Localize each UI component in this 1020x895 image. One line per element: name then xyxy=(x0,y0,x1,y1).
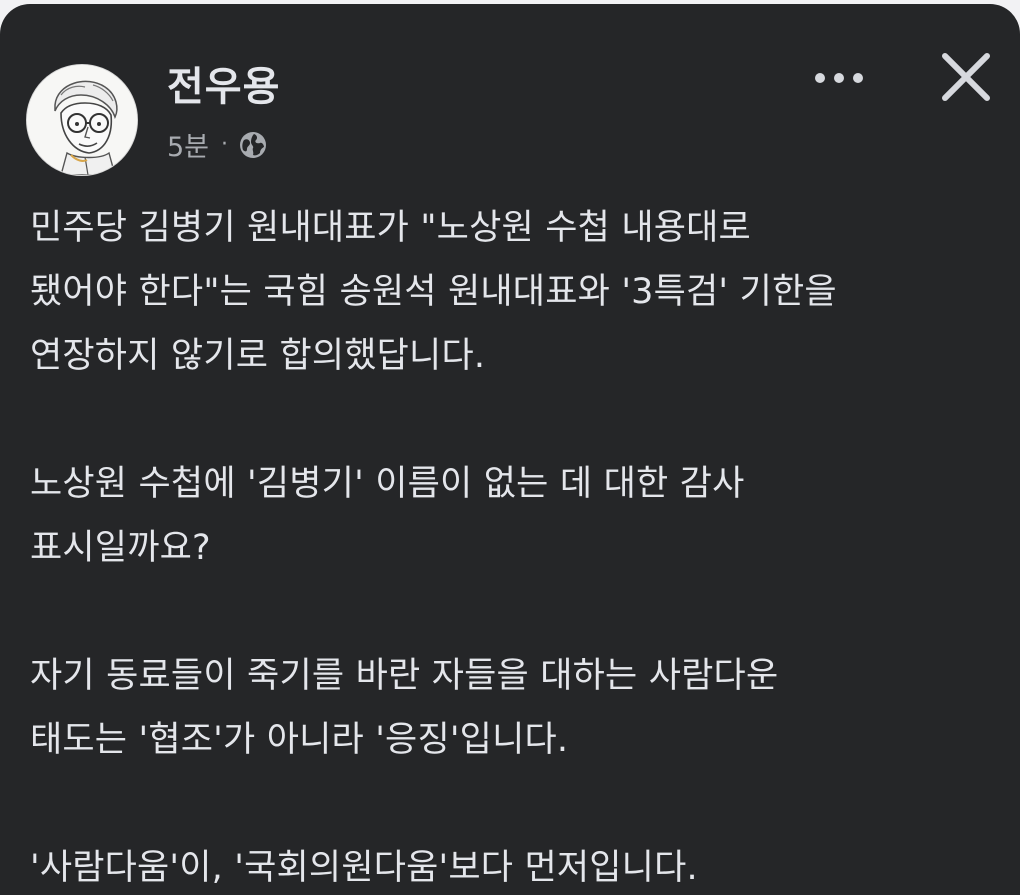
post-paragraph: 노상원 수첩에 '김병기' 이름이 없는 데 대한 감사 표시일까요? xyxy=(30,464,745,568)
close-button[interactable] xyxy=(935,46,997,108)
post-paragraph: 자기 동료들이 죽기를 바란 자들을 대하는 사람다운 태도는 '협조'가 아니… xyxy=(30,656,779,760)
post-paragraph: 민주당 김병기 원내대표가 "노상원 수첩 내용대로 됐어야 한다"는 국힘 송… xyxy=(30,208,837,376)
author-name[interactable]: 전우용 xyxy=(167,54,280,112)
avatar-caricature xyxy=(27,65,137,175)
meta-separator: · xyxy=(221,132,229,157)
post-paragraph: '사람다움'이, '국회의원다움'보다 먼저입니다. xyxy=(30,848,698,888)
avatar[interactable] xyxy=(26,64,138,176)
globe-icon xyxy=(238,130,268,160)
post-meta: 5분 · xyxy=(167,125,268,164)
close-icon xyxy=(942,53,990,101)
post-timestamp[interactable]: 5분 xyxy=(167,125,209,164)
more-horizontal-icon xyxy=(815,73,863,83)
post-text: 민주당 김병기 원내대표가 "노상원 수첩 내용대로 됐어야 한다"는 국힘 송… xyxy=(30,196,995,895)
post-card: 전우용 5분 · 민주당 김병기 원내대표가 "노상원 수첩 내용대로 됐어야 … xyxy=(0,4,1020,895)
more-options-button[interactable] xyxy=(810,54,868,102)
